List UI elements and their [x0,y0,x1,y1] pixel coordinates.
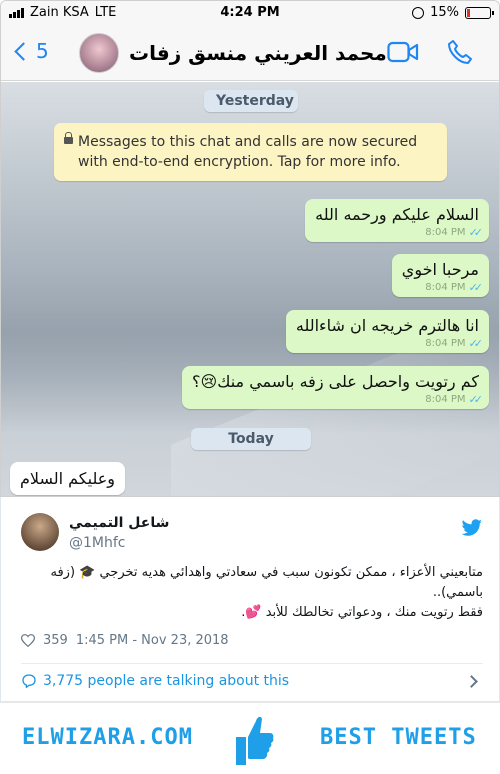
read-receipt-icon: ✓✓ [468,337,484,350]
outgoing-message[interactable]: السلام عليكم ورحمه الله 8:04 PM ✓✓ [305,199,489,242]
read-receipt-icon: ✓✓ [468,281,484,294]
author-handle[interactable]: @1Mhfc [69,535,126,551]
encryption-notice-text: Messages to this chat and calls are now … [78,134,418,170]
back-button[interactable]: 5 [13,39,49,63]
contact-avatar[interactable] [79,33,119,73]
battery-icon [465,6,494,19]
thumbs-up-icon [236,716,274,765]
date-separator-yesterday: Yesterday [204,90,298,112]
rotation-lock-icon [412,6,425,19]
message-time: 8:04 PM [425,338,466,349]
lock-icon [64,132,73,144]
status-bar: Zain KSA LTE 4:24 PM 15% [1,1,499,25]
message-text: السلام عليكم ورحمه الله [315,205,479,224]
tweet-text-line: فقط رتويت منك ، ودعواتي تخالطك للأبد 💕. [241,605,483,620]
phone-call-icon[interactable] [447,39,473,65]
author-avatar[interactable] [21,513,59,551]
outgoing-message[interactable]: كم رتويت واحصل على زفه باسمي منك😢؟ 8:04 … [182,366,489,409]
message-time: 8:04 PM [425,394,466,405]
message-text: انا هالترم خريجه ان شاءالله [295,316,479,335]
like-count[interactable]: 359 [43,633,68,648]
tweet-stats: 359 1:45 PM - Nov 23, 2018 [21,633,229,648]
chat-area[interactable]: Yesterday Messages to this chat and call… [1,82,499,496]
author-name[interactable]: شاعل التميمي [69,515,169,531]
read-receipt-icon: ✓✓ [468,393,484,406]
banner-tagline: BEST TWEETS [320,725,477,750]
tweet-card: شاعل التميمي @1Mhfc متابعيني الأعزاء ، م… [0,497,500,702]
chevron-right-icon[interactable] [465,675,478,688]
chevron-left-icon [14,41,33,61]
divider [21,663,483,664]
message-text: مرحبا اخوي [401,260,479,279]
tweet-text-line: متابعيني الأعزاء ، ممكن تكونون سبب في سع… [50,565,483,600]
outgoing-message[interactable]: انا هالترم خريجه ان شاءالله 8:04 PM ✓✓ [285,310,489,353]
video-call-icon[interactable] [387,41,419,63]
battery-percent: 15% [430,5,459,20]
read-receipt-icon: ✓✓ [468,226,484,239]
conversation-link[interactable]: 3,775 people are talking about this [21,673,289,689]
message-time: 8:04 PM [425,282,466,293]
encryption-notice[interactable]: Messages to this chat and calls are now … [54,123,447,181]
comment-icon [22,674,36,688]
chat-header: 5 محمد العريني منسق زفات [1,25,499,81]
message-time: 8:04 PM [425,227,466,238]
footer-banner: ELWIZARA.COM BEST TWEETS [0,702,500,774]
whatsapp-screenshot: Zain KSA LTE 4:24 PM 15% 5 محمد العريني … [0,0,500,497]
message-text: وعليكم السلام [20,469,116,488]
tweet-text: متابعيني الأعزاء ، ممكن تكونون سبب في سع… [21,563,483,623]
incoming-message[interactable]: وعليكم السلام [10,462,126,495]
back-count: 5 [36,39,49,63]
date-separator-today: Today [191,428,311,450]
conversation-count: 3,775 people are talking about this [43,673,290,689]
twitter-bird-icon[interactable] [461,519,483,537]
contact-name[interactable]: محمد العريني منسق زفات [129,41,387,65]
tweet-timestamp[interactable]: 1:45 PM - Nov 23, 2018 [76,633,229,648]
heart-icon[interactable] [21,634,35,647]
outgoing-message[interactable]: مرحبا اخوي 8:04 PM ✓✓ [391,254,489,297]
site-brand[interactable]: ELWIZARA.COM [22,725,193,750]
message-text: كم رتويت واحصل على زفه باسمي منك😢؟ [192,372,479,391]
